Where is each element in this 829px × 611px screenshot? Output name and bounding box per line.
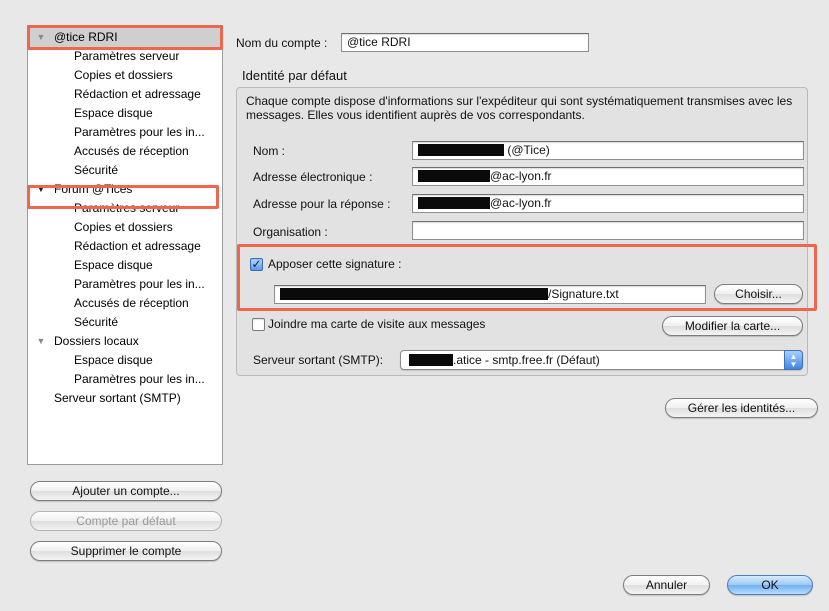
redacted-text [280, 287, 548, 300]
select-arrows-icon: ▲ ▼ [784, 350, 803, 370]
tree-item-label: Sécurité [74, 163, 119, 177]
disclosure-triangle-icon[interactable]: ▼ [35, 28, 47, 47]
delete-account-button[interactable]: Supprimer le compte [30, 541, 222, 561]
tree-item-disk-space[interactable]: Espace disque [28, 104, 222, 123]
tree-item-label: Paramètres pour les in... [74, 125, 205, 139]
tree-item-security[interactable]: Sécurité [28, 161, 222, 180]
tree-item-label: Espace disque [74, 353, 153, 367]
account-tree[interactable]: ▼ @tice RDRI Paramètres serveur Copies e… [27, 25, 223, 465]
identity-description: Chaque compte dispose d'informations sur… [246, 94, 793, 122]
tree-item-security[interactable]: Sécurité [28, 313, 222, 332]
tree-item-label: Paramètres pour les in... [74, 277, 205, 291]
tree-item-composition[interactable]: Rédaction et adressage [28, 85, 222, 104]
tree-item-server-settings[interactable]: Paramètres serveur [28, 47, 222, 66]
name-label: Nom : [253, 144, 286, 158]
email-field-value: @ac-lyon.fr [490, 169, 552, 183]
tree-item-local-folders[interactable]: ▼ Dossiers locaux [28, 332, 222, 351]
signature-checkbox-label: Apposer cette signature : [268, 257, 402, 271]
tree-item-junk-settings[interactable]: Paramètres pour les in... [28, 370, 222, 389]
tree-item-label: Serveur sortant (SMTP) [54, 391, 181, 405]
smtp-label: Serveur sortant (SMTP): [253, 353, 384, 367]
tree-item-label: Accusés de réception [74, 296, 189, 310]
tree-item-composition[interactable]: Rédaction et adressage [28, 237, 222, 256]
tree-item-disk-space[interactable]: Espace disque [28, 351, 222, 370]
disclosure-triangle-icon[interactable]: ▼ [35, 180, 47, 199]
tree-item-label: Accusés de réception [74, 144, 189, 158]
edit-vcard-button[interactable]: Modifier la carte... [662, 316, 803, 336]
add-account-button[interactable]: Ajouter un compte... [30, 481, 222, 501]
email-label: Adresse électronique : [253, 170, 373, 184]
cancel-button[interactable]: Annuler [623, 575, 710, 595]
signature-checkbox[interactable]: ✓ [250, 258, 263, 271]
tree-item-label: Copies et dossiers [74, 68, 173, 82]
redacted-text [409, 353, 453, 366]
tree-item-junk-settings[interactable]: Paramètres pour les in... [28, 275, 222, 294]
redacted-text [418, 143, 504, 156]
tree-item-label: Paramètres pour les in... [74, 372, 205, 386]
tree-item-label: @tice RDRI [54, 30, 118, 44]
tree-item-copies-folders[interactable]: Copies et dossiers [28, 66, 222, 85]
tree-item-outgoing-server[interactable]: Serveur sortant (SMTP) [28, 389, 222, 408]
ok-button[interactable]: OK [727, 575, 813, 595]
smtp-server-select[interactable]: .atice - smtp.free.fr (Défaut) ▲ ▼ [400, 350, 803, 370]
email-field[interactable]: @ac-lyon.fr [412, 167, 804, 186]
tree-item-return-receipts[interactable]: Accusés de réception [28, 142, 222, 161]
default-account-button[interactable]: Compte par défaut [30, 511, 222, 531]
tree-item-label: Paramètres serveur [74, 49, 180, 63]
redacted-text [418, 169, 490, 182]
tree-item-label: Copies et dossiers [74, 220, 173, 234]
tree-item-label: Espace disque [74, 106, 153, 120]
tree-item-label: Paramètres serveur [74, 201, 180, 215]
tree-item-label: Rédaction et adressage [74, 87, 201, 101]
vcard-checkbox-label: Joindre ma carte de visite aux messages [268, 317, 486, 331]
reply-to-field-value: @ac-lyon.fr [490, 196, 552, 210]
default-identity-heading: Identité par défaut [242, 68, 347, 83]
tree-item-junk-settings[interactable]: Paramètres pour les in... [28, 123, 222, 142]
reply-to-field[interactable]: @ac-lyon.fr [412, 194, 804, 213]
tree-item-server-settings[interactable]: Paramètres serveur [28, 199, 222, 218]
tree-item-return-receipts[interactable]: Accusés de réception [28, 294, 222, 313]
tree-item-label: Dossiers locaux [54, 334, 139, 348]
signature-file-value: /Signature.txt [548, 287, 619, 301]
disclosure-triangle-icon[interactable]: ▼ [35, 332, 47, 351]
manage-identities-button[interactable]: Gérer les identités... [665, 398, 818, 418]
tree-item-label: Forum @Tices [54, 182, 133, 196]
tree-item-account-forum-tices[interactable]: ▼ Forum @Tices [28, 180, 222, 199]
smtp-server-value: .atice - smtp.free.fr (Défaut) [453, 353, 600, 367]
reply-to-label: Adresse pour la réponse : [253, 197, 391, 211]
name-field-value: (@Tice) [507, 143, 550, 157]
tree-item-copies-folders[interactable]: Copies et dossiers [28, 218, 222, 237]
name-field[interactable]: (@Tice) [412, 141, 804, 160]
account-name-field[interactable]: @tice RDRI [341, 33, 589, 52]
account-name-label: Nom du compte : [236, 36, 328, 50]
tree-item-label: Sécurité [74, 315, 119, 329]
tree-item-label: Rédaction et adressage [74, 239, 201, 253]
organization-label: Organisation : [253, 225, 328, 239]
redacted-text [418, 196, 490, 209]
tree-item-account-tice-rdri[interactable]: ▼ @tice RDRI [28, 28, 222, 47]
tree-item-label: Espace disque [74, 258, 153, 272]
tree-item-disk-space[interactable]: Espace disque [28, 256, 222, 275]
choose-signature-button[interactable]: Choisir... [714, 284, 803, 304]
signature-file-field[interactable]: /Signature.txt [274, 285, 706, 304]
vcard-checkbox[interactable] [252, 318, 265, 331]
organization-field[interactable] [412, 221, 804, 240]
